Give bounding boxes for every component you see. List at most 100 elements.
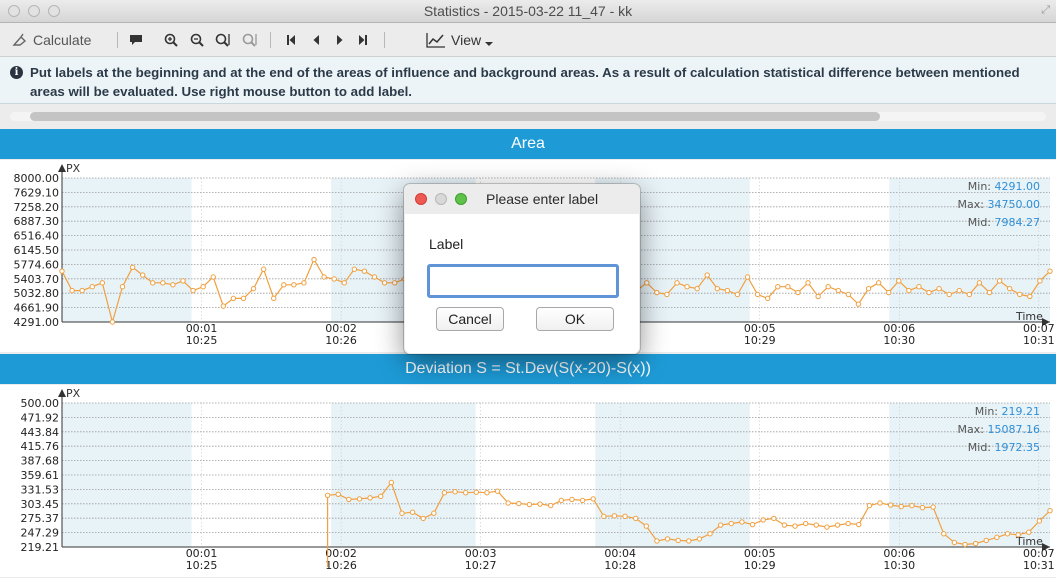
- stat-line: Max: 15087.16: [958, 423, 1040, 436]
- data-point: [139, 272, 146, 278]
- y-tick-label: 4661.90: [14, 302, 60, 315]
- dialog-close-button[interactable]: [415, 193, 427, 205]
- deviation-chart[interactable]: 500.00471.92 443.84415.76 387.68359.61331.…: [0, 385, 1056, 578]
- next-icon: [337, 35, 343, 45]
- stat-label: Min:: [968, 180, 995, 193]
- data-point: [845, 520, 851, 527]
- data-point: [341, 280, 347, 286]
- zoom-fit-button[interactable]: [215, 30, 231, 50]
- data-point: [420, 515, 426, 522]
- window-title: Statistics - 2015-03-22 11_47 - kk: [423, 3, 633, 19]
- fullscreen-icon[interactable]: ⤢: [1041, 4, 1050, 17]
- data-point: [281, 282, 287, 288]
- toolbar: Calculate View: [0, 23, 1056, 57]
- data-point: [371, 274, 378, 280]
- data-point: [391, 280, 398, 286]
- y-tick-label: 443.84: [21, 426, 60, 439]
- zoom-fit-icon: [215, 33, 230, 47]
- stat-value: 15087.16: [988, 423, 1041, 436]
- data-point: [664, 536, 671, 542]
- data-point: [707, 531, 713, 537]
- first-icon: [287, 35, 295, 45]
- data-point: [441, 490, 448, 496]
- data-point: [220, 303, 227, 309]
- scrollbar-thumb[interactable]: [30, 112, 880, 121]
- data-point: [431, 510, 437, 516]
- ok-button[interactable]: OK: [536, 307, 614, 331]
- data-point: [89, 284, 95, 290]
- data-point: [885, 289, 892, 296]
- data-point: [717, 522, 724, 528]
- chart-icon: [426, 33, 445, 48]
- data-point: [611, 513, 618, 519]
- view-menu-button[interactable]: View: [426, 30, 494, 50]
- data-point: [704, 272, 710, 278]
- first-button[interactable]: [286, 30, 296, 50]
- cancel-button[interactable]: Cancel: [436, 307, 504, 331]
- comment-button[interactable]: [129, 30, 143, 50]
- data-point: [976, 280, 983, 286]
- stat-line: Mid: 1972.35: [968, 441, 1040, 454]
- data-point: [696, 536, 703, 542]
- y-tick-label: 5032.80: [14, 287, 60, 300]
- data-point: [381, 280, 388, 286]
- data-point: [994, 534, 1000, 541]
- stat-value: 7984.27: [995, 216, 1041, 229]
- label-input[interactable]: [427, 264, 619, 298]
- y-tick-label: 8000.00: [14, 172, 60, 185]
- data-point: [579, 497, 586, 504]
- data-point: [1015, 532, 1021, 538]
- zoom-in-button[interactable]: [164, 30, 178, 50]
- data-point: [1047, 507, 1053, 514]
- x-tick-clock-label: 10:29: [744, 559, 776, 572]
- data-point: [291, 282, 297, 288]
- stat-value: 219.21: [1002, 405, 1041, 418]
- data-point: [951, 539, 958, 546]
- data-point: [674, 280, 680, 286]
- data-point: [815, 293, 821, 300]
- y-tick-label: 275.37: [21, 512, 60, 525]
- y-tick-label: 331.53: [21, 483, 60, 496]
- x-tick-clock-label: 10:31: [1023, 334, 1055, 347]
- data-point: [399, 510, 405, 516]
- x-tick-clock-label: 10:30: [883, 334, 915, 347]
- dialog-title: Please enter label: [486, 191, 599, 207]
- view-label: View: [451, 32, 482, 48]
- data-point: [795, 289, 801, 296]
- data-point: [785, 284, 791, 290]
- comment-icon: [130, 35, 142, 45]
- zoom-out-button[interactable]: [190, 30, 204, 50]
- y-tick-label: 415.76: [21, 440, 60, 453]
- data-point: [473, 489, 480, 495]
- data-point: [558, 497, 565, 504]
- data-point: [824, 524, 830, 530]
- y-tick-label: 6516.40: [14, 230, 60, 243]
- x-tick-clock-label: 10:27: [465, 559, 497, 572]
- data-point: [505, 500, 511, 506]
- dialog-body: Label Cancel OK: [405, 214, 639, 353]
- y-tick-label: 5774.60: [14, 258, 60, 271]
- dialog-minimize-button[interactable]: [435, 193, 447, 205]
- data-point: [1047, 268, 1053, 274]
- data-point: [684, 284, 690, 290]
- data-point: [675, 537, 681, 544]
- zoom-reset-button[interactable]: [242, 30, 258, 50]
- x-tick-clock-label: 10:26: [325, 334, 357, 347]
- zoom-out-icon: [190, 33, 204, 47]
- stat-label: Mid:: [968, 441, 995, 454]
- area-band: [331, 403, 476, 547]
- stat-label: Mid:: [968, 216, 995, 229]
- stat-value: 4291.00: [995, 180, 1041, 193]
- stat-line: Min: 4291.00: [968, 180, 1040, 193]
- prev-button[interactable]: [312, 30, 320, 50]
- y-tick-label: 247.29: [21, 527, 60, 540]
- data-point: [946, 291, 952, 298]
- last-button[interactable]: [358, 30, 368, 50]
- label-field-label: Label: [429, 236, 464, 252]
- data-point: [484, 490, 490, 496]
- calculate-button[interactable]: Calculate: [12, 30, 91, 50]
- data-point: [324, 492, 331, 499]
- next-button[interactable]: [336, 30, 344, 50]
- data-point: [805, 280, 811, 286]
- dialog-zoom-button[interactable]: [455, 193, 467, 205]
